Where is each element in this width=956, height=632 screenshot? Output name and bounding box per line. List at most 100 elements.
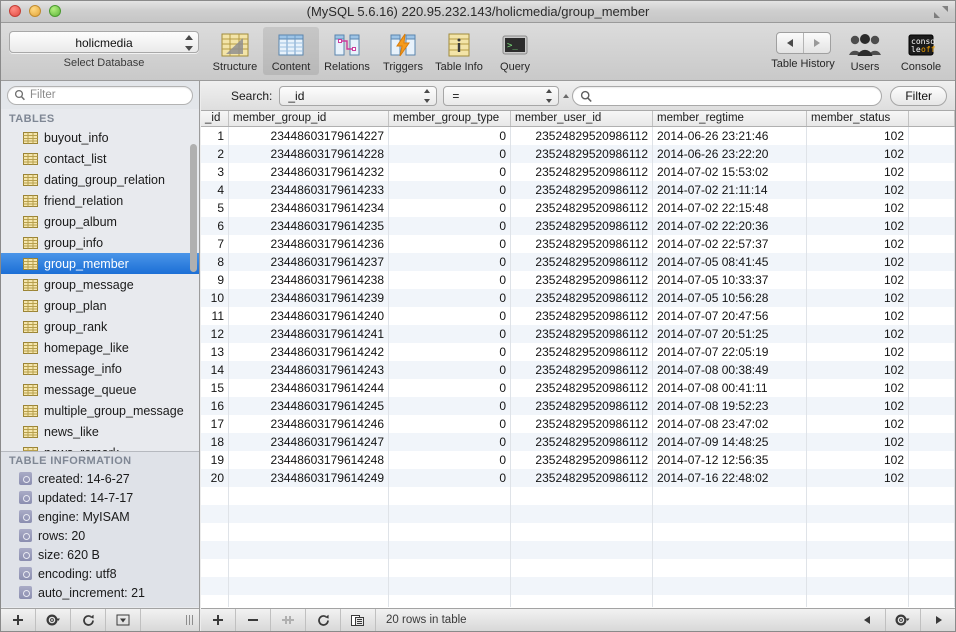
grid-cell-member_regtime[interactable]: 2014-07-02 22:15:48	[653, 199, 807, 217]
sidebar-table-group_rank[interactable]: group_rank	[1, 316, 199, 337]
grid-row[interactable]: 4 23448603179614233 0 23524829520986112 2014…	[201, 181, 955, 199]
grid-cell-member_group_type[interactable]: 0	[389, 325, 511, 343]
grid-column-header-_id[interactable]: _id	[201, 111, 229, 126]
grid-row[interactable]: 15 23448603179614244 0 23524829520986112 201…	[201, 379, 955, 397]
add-table-button[interactable]	[1, 609, 36, 631]
grid-cell-member_group_id[interactable]: 23448603179614236	[229, 235, 389, 253]
grid-cell-_id[interactable]: 8	[201, 253, 229, 271]
grid-cell-member_user_id[interactable]: 23524829520986112	[511, 415, 653, 433]
grid-cell-member_group_id[interactable]: 23448603179614228	[229, 145, 389, 163]
grid-cell-member_status[interactable]: 102	[807, 379, 909, 397]
grid-cell-_id[interactable]: 6	[201, 217, 229, 235]
search-input[interactable]	[572, 85, 883, 106]
table-filter-input[interactable]: Filter	[7, 86, 193, 105]
sidebar-table-message_info[interactable]: message_info	[1, 358, 199, 379]
grid-column-header-member_regtime[interactable]: member_regtime	[653, 111, 807, 126]
grid-row[interactable]: 3 23448603179614232 0 23524829520986112 2014…	[201, 163, 955, 181]
table-actions-button[interactable]	[36, 609, 71, 631]
toolbar-users-button[interactable]: Users	[837, 27, 893, 75]
sidebar-table-multiple_group_message[interactable]: multiple_group_message	[1, 400, 199, 421]
grid-cell-member_group_type[interactable]: 0	[389, 181, 511, 199]
sidebar-table-buyout_info[interactable]: buyout_info	[1, 127, 199, 148]
grid-cell-member_status[interactable]: 102	[807, 307, 909, 325]
grid-row[interactable]: 11 23448603179614240 0 23524829520986112 201…	[201, 307, 955, 325]
grid-cell-member_group_type[interactable]: 0	[389, 469, 511, 487]
pagination-settings-button[interactable]	[886, 609, 921, 631]
grid-row[interactable]: 5 23448603179614234 0 23524829520986112 2014…	[201, 199, 955, 217]
grid-cell-member_status[interactable]: 102	[807, 253, 909, 271]
sidebar-table-news_like[interactable]: news_like	[1, 421, 199, 442]
grid-cell-member_status[interactable]: 102	[807, 127, 909, 145]
grid-cell-member_user_id[interactable]: 23524829520986112	[511, 379, 653, 397]
grid-row[interactable]: 6 23448603179614235 0 23524829520986112 2014…	[201, 217, 955, 235]
grid-cell-member_group_id[interactable]: 23448603179614227	[229, 127, 389, 145]
grid-cell-_id[interactable]: 16	[201, 397, 229, 415]
sidebar-table-homepage_like[interactable]: homepage_like	[1, 337, 199, 358]
grid-row[interactable]: 14 23448603179614243 0 23524829520986112 201…	[201, 361, 955, 379]
grid-cell-member_group_type[interactable]: 0	[389, 271, 511, 289]
grid-cell-_id[interactable]: 2	[201, 145, 229, 163]
grid-cell-member_group_id[interactable]: 23448603179614239	[229, 289, 389, 307]
sidebar-table-group_message[interactable]: group_message	[1, 274, 199, 295]
grid-cell-member_user_id[interactable]: 23524829520986112	[511, 433, 653, 451]
grid-cell-member_group_type[interactable]: 0	[389, 235, 511, 253]
sidebar-table-group_album[interactable]: group_album	[1, 211, 199, 232]
grid-cell-member_regtime[interactable]: 2014-07-08 00:38:49	[653, 361, 807, 379]
grid-cell-member_regtime[interactable]: 2014-07-02 22:20:36	[653, 217, 807, 235]
grid-cell-member_group_type[interactable]: 0	[389, 145, 511, 163]
grid-cell-member_group_id[interactable]: 23448603179614232	[229, 163, 389, 181]
tables-scrollbar[interactable]	[190, 144, 197, 324]
grid-cell-member_group_id[interactable]: 23448603179614234	[229, 199, 389, 217]
sidebar-resize-grip[interactable]	[186, 609, 199, 631]
grid-row[interactable]: 7 23448603179614236 0 23524829520986112 2014…	[201, 235, 955, 253]
refresh-rows-button[interactable]	[306, 609, 341, 631]
grid-cell-member_status[interactable]: 102	[807, 433, 909, 451]
grid-column-header-member_group_id[interactable]: member_group_id	[229, 111, 389, 126]
grid-cell-member_user_id[interactable]: 23524829520986112	[511, 271, 653, 289]
grid-cell-member_group_type[interactable]: 0	[389, 361, 511, 379]
grid-cell-_id[interactable]: 12	[201, 325, 229, 343]
grid-row[interactable]: 1 23448603179614227 0 23524829520986112 2014…	[201, 127, 955, 145]
toolbar-tab-relations[interactable]: Relations	[319, 27, 375, 75]
grid-cell-member_group_id[interactable]: 23448603179614241	[229, 325, 389, 343]
grid-row[interactable]: 12 23448603179614241 0 23524829520986112 201…	[201, 325, 955, 343]
grid-column-header-member_group_type[interactable]: member_group_type	[389, 111, 511, 126]
grid-column-header-member_user_id[interactable]: member_user_id	[511, 111, 653, 126]
toolbar-tab-query[interactable]: >_ Query	[487, 27, 543, 75]
grid-cell-member_regtime[interactable]: 2014-07-08 00:41:11	[653, 379, 807, 397]
grid-cell-member_regtime[interactable]: 2014-07-02 22:57:37	[653, 235, 807, 253]
grid-cell-member_group_type[interactable]: 0	[389, 307, 511, 325]
grid-cell-member_group_id[interactable]: 23448603179614242	[229, 343, 389, 361]
grid-cell-member_group_id[interactable]: 23448603179614233	[229, 181, 389, 199]
grid-column-header-member_status[interactable]: member_status	[807, 111, 909, 126]
sidebar-table-news_remark[interactable]: news_remark	[1, 442, 199, 451]
grid-cell-member_user_id[interactable]: 23524829520986112	[511, 199, 653, 217]
duplicate-row-button[interactable]	[271, 609, 306, 631]
grid-cell-_id[interactable]: 13	[201, 343, 229, 361]
grid-cell-member_user_id[interactable]: 23524829520986112	[511, 163, 653, 181]
grid-cell-member_status[interactable]: 102	[807, 235, 909, 253]
grid-cell-member_status[interactable]: 102	[807, 217, 909, 235]
search-operator-select[interactable]: =	[443, 85, 560, 106]
grid-cell-member_group_id[interactable]: 23448603179614245	[229, 397, 389, 415]
toolbar-tab-triggers[interactable]: Triggers	[375, 27, 431, 75]
toolbar-tab-content[interactable]: Content	[263, 27, 319, 75]
grid-cell-member_user_id[interactable]: 23524829520986112	[511, 181, 653, 199]
grid-cell-member_group_type[interactable]: 0	[389, 451, 511, 469]
grid-cell-member_status[interactable]: 102	[807, 181, 909, 199]
grid-cell-member_user_id[interactable]: 23524829520986112	[511, 127, 653, 145]
grid-cell-member_group_type[interactable]: 0	[389, 433, 511, 451]
apply-filter-button[interactable]: Filter	[890, 85, 947, 106]
grid-cell-member_status[interactable]: 102	[807, 415, 909, 433]
grid-cell-member_user_id[interactable]: 23524829520986112	[511, 217, 653, 235]
sidebar-table-friend_relation[interactable]: friend_relation	[1, 190, 199, 211]
grid-cell-_id[interactable]: 1	[201, 127, 229, 145]
grid-cell-member_user_id[interactable]: 23524829520986112	[511, 289, 653, 307]
grid-cell-member_status[interactable]: 102	[807, 361, 909, 379]
grid-cell-member_group_type[interactable]: 0	[389, 217, 511, 235]
grid-cell-member_group_id[interactable]: 23448603179614238	[229, 271, 389, 289]
grid-row[interactable]: 19 23448603179614248 0 23524829520986112 201…	[201, 451, 955, 469]
grid-cell-member_regtime[interactable]: 2014-06-26 23:21:46	[653, 127, 807, 145]
grid-row[interactable]: 13 23448603179614242 0 23524829520986112 201…	[201, 343, 955, 361]
grid-cell-_id[interactable]: 17	[201, 415, 229, 433]
